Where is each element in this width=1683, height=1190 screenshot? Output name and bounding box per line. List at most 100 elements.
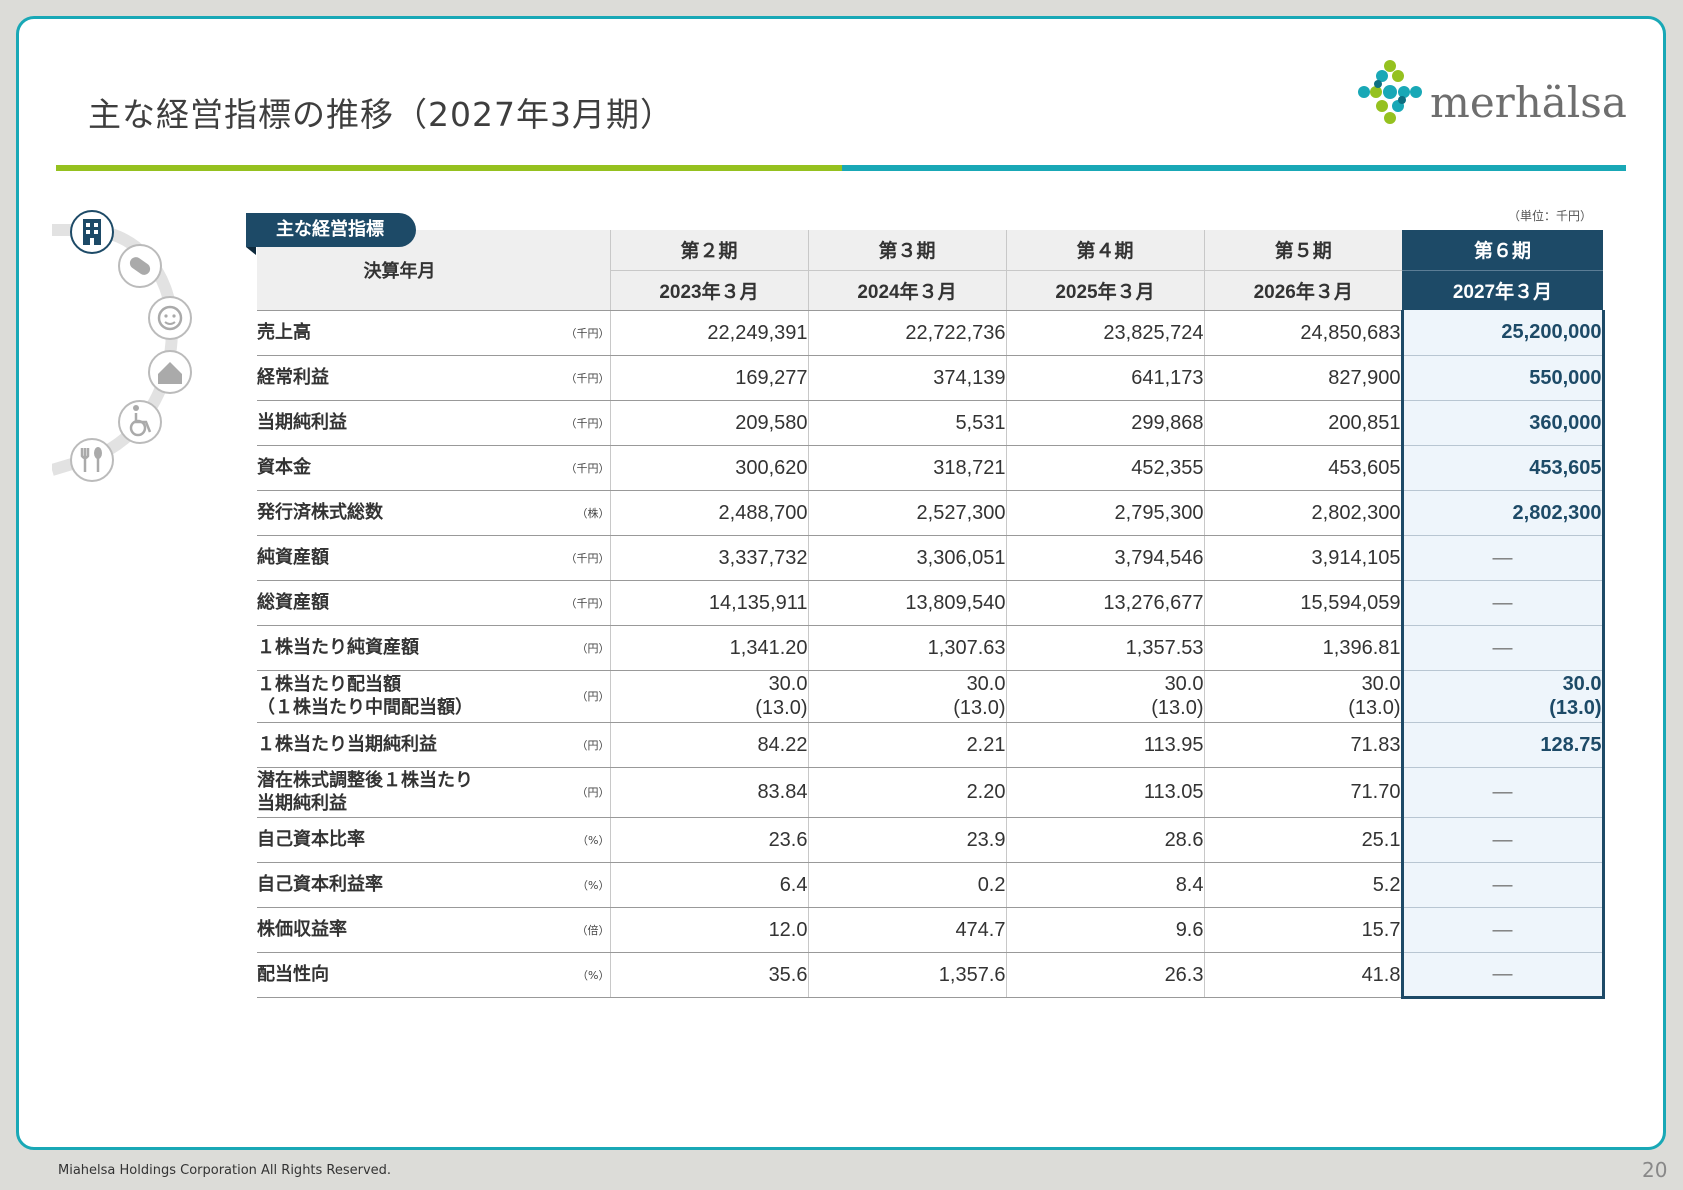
value-cell-highlight: 25,200,000 [1400,310,1605,356]
value-cell: 13,276,677 [1005,580,1204,626]
value-cell: 2,488,700 [609,490,808,536]
face-icon[interactable] [148,296,192,340]
table-row: 総資産額 （千円） 14,135,911 13,809,540 13,276,677 15… [257,580,1605,626]
value-cell-highlight: ― [1400,625,1605,671]
value-cell: 9.6 [1005,907,1204,953]
value-cell: 3,306,051 [807,535,1006,581]
value-cell: 22,722,736 [807,310,1006,356]
row-unit: （千円） [542,400,610,446]
company-logo: merhälsa [1350,56,1630,136]
value-cell-highlight: 128.75 [1400,722,1605,768]
value-cell: 641,173 [1005,355,1204,401]
table-row: １株当たり純資産額 （円） 1,341.20 1,307.63 1,357.53 1,39… [257,625,1605,671]
value-cell: 15.7 [1203,907,1402,953]
value-cell-highlight: 30.0 (13.0) [1400,670,1605,723]
fork-spoon-icon[interactable] [70,438,114,482]
value-cell: 30.0 (13.0) [609,670,808,723]
row-label: 自己資本利益率 [257,862,542,908]
row-unit: （倍） [542,907,610,953]
value-cell: 1,341.20 [609,625,808,671]
value-cell: 2.21 [807,722,1006,768]
value-cell: 84.22 [609,722,808,768]
value-cell: 2,795,300 [1005,490,1204,536]
section-badge: 主な経営指標 [246,213,416,247]
value-cell: 30.0 (13.0) [1005,670,1204,723]
period-header: 第２期 [609,230,808,271]
period-header: 第５期 [1203,230,1402,271]
period-header-highlight: 第６期 [1402,230,1603,271]
value-cell: 2.20 [807,767,1006,818]
row-unit: （千円） [542,355,610,401]
row-label: 総資産額 [257,580,542,626]
row-label: １株当たり配当額 （１株当たり中間配当額） [257,670,542,723]
value-cell: 5.2 [1203,862,1402,908]
table-row: 自己資本比率 （%） 23.6 23.9 28.6 25.1 ― [257,817,1605,863]
value-cell: 299,868 [1005,400,1204,446]
row-unit: （円） [542,625,610,671]
value-cell: 25.1 [1203,817,1402,863]
value-cell: 474.7 [807,907,1006,953]
building-icon[interactable] [70,210,114,254]
value-cell: 453,605 [1203,445,1402,491]
value-cell: 12.0 [609,907,808,953]
value-cell-highlight: 453,605 [1400,445,1605,491]
value-cell: 23,825,724 [1005,310,1204,356]
value-cell: 23.9 [807,817,1006,863]
header-rule-green [56,165,842,171]
row-unit: （円） [542,670,610,723]
logo-text: merhälsa [1430,78,1627,127]
page-number: 20 [1642,1158,1668,1182]
value-cell: 83.84 [609,767,808,818]
value-cell-highlight: 550,000 [1400,355,1605,401]
wheelchair-icon[interactable] [118,400,162,444]
value-cell-highlight: ― [1400,817,1605,863]
row-label: 経常利益 [257,355,542,401]
period-header-row: 決算年月 第２期 第３期 第４期 第５期 第６期 [257,230,1603,311]
table-row: 純資産額 （千円） 3,337,732 3,306,051 3,794,546 3,914… [257,535,1605,581]
value-cell: 30.0 (13.0) [1203,670,1402,723]
value-cell: 374,139 [807,355,1006,401]
value-cell: 0.2 [807,862,1006,908]
value-cell: 6.4 [609,862,808,908]
pill-icon[interactable] [118,244,162,288]
table-row: １株当たり当期純利益 （円） 84.22 2.21 113.95 71.83 128.75 [257,722,1605,768]
value-cell: 28.6 [1005,817,1204,863]
value-cell: 71.70 [1203,767,1402,818]
value-cell: 30.0 (13.0) [807,670,1006,723]
row-unit: （千円） [542,535,610,581]
page-title: 主な経営指標の推移（2027年3月期） [88,95,674,134]
row-unit: （株） [542,490,610,536]
value-cell-highlight: ― [1400,907,1605,953]
table-row: 経常利益 （千円） 169,277 374,139 641,173 827,900 550,… [257,355,1605,401]
date-header-highlight: 2027年３月 [1402,270,1603,310]
header-rule-teal [842,165,1626,171]
row-unit: （千円） [542,580,610,626]
row-unit: （%） [542,952,610,998]
row-unit: （千円） [542,310,610,356]
value-cell: 41.8 [1203,952,1402,998]
value-cell: 22,249,391 [609,310,808,356]
row-label: 当期純利益 [257,400,542,446]
value-cell: 113.95 [1005,722,1204,768]
value-cell-highlight: ― [1400,952,1605,999]
value-cell: 15,594,059 [1203,580,1402,626]
row-label: 発行済株式総数 [257,490,542,536]
value-cell: 452,355 [1005,445,1204,491]
value-cell: 71.83 [1203,722,1402,768]
table-row: 発行済株式総数 （株） 2,488,700 2,527,300 2,795,300 2,8… [257,490,1605,536]
value-cell: 318,721 [807,445,1006,491]
house-icon[interactable] [148,350,192,394]
section-nav [50,208,212,488]
footer-copyright: Miahelsa Holdings Corporation All Rights… [58,1163,392,1178]
value-cell-highlight: 360,000 [1400,400,1605,446]
logo-mark-icon [1358,60,1422,124]
value-cell-highlight: ― [1400,767,1605,818]
kpi-table: 決算年月 第２期 第３期 第４期 第５期 第６期 2023年３月 2024年３月… [257,230,1605,999]
row-label: 配当性向 [257,952,542,998]
row-unit: （%） [542,862,610,908]
value-cell: 1,396.81 [1203,625,1402,671]
table-row: 株価収益率 （倍） 12.0 474.7 9.6 15.7 ― [257,907,1605,953]
value-cell: 200,851 [1203,400,1402,446]
value-cell: 169,277 [609,355,808,401]
date-header: 2025年３月 [1005,270,1204,311]
